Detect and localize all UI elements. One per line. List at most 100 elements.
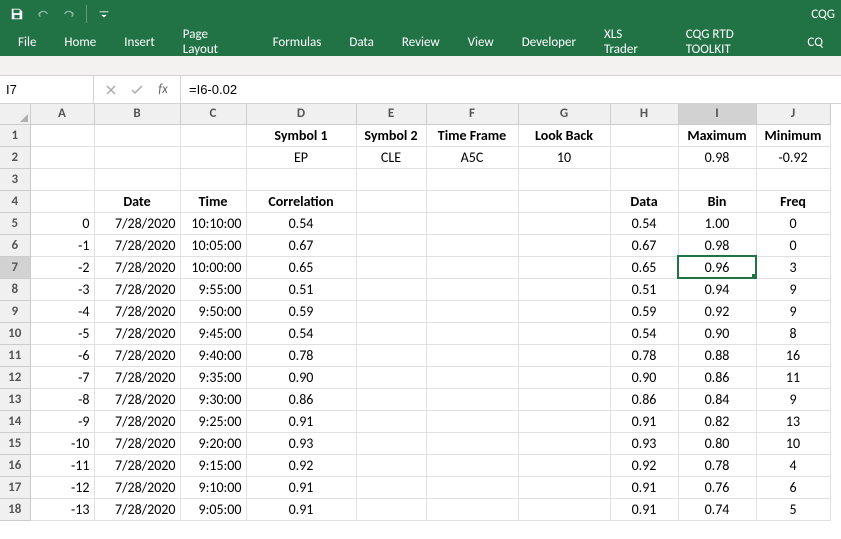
cell-H7[interactable]: 0.65 — [610, 256, 678, 278]
cell-I12[interactable]: 0.86 — [678, 366, 756, 388]
cell-F3[interactable] — [426, 168, 518, 190]
cell-I7[interactable]: 0.96 — [678, 256, 756, 278]
cell-I11[interactable]: 0.88 — [678, 344, 756, 366]
cell-B7[interactable]: 7/28/2020 — [94, 256, 180, 278]
row-header-1[interactable]: 1 — [0, 124, 30, 146]
tab-view[interactable]: View — [454, 29, 508, 56]
cell-I14[interactable]: 0.82 — [678, 410, 756, 432]
col-header-I[interactable]: I — [678, 104, 756, 124]
undo-button[interactable] — [32, 3, 54, 25]
cell-C14[interactable]: 9:25:00 — [180, 410, 246, 432]
cell-J8[interactable]: 9 — [756, 278, 830, 300]
cell-I10[interactable]: 0.90 — [678, 322, 756, 344]
cell-C13[interactable]: 9:30:00 — [180, 388, 246, 410]
cell-B2[interactable] — [94, 146, 180, 168]
cell-H15[interactable]: 0.93 — [610, 432, 678, 454]
cell-C7[interactable]: 10:00:00 — [180, 256, 246, 278]
cell-C10[interactable]: 9:45:00 — [180, 322, 246, 344]
cell-J13[interactable]: 9 — [756, 388, 830, 410]
cell-F16[interactable] — [426, 454, 518, 476]
cell-F14[interactable] — [426, 410, 518, 432]
cell-F8[interactable] — [426, 278, 518, 300]
enter-formula-button[interactable] — [128, 81, 146, 99]
cell-G14[interactable] — [518, 410, 610, 432]
row-header-2[interactable]: 2 — [0, 146, 30, 168]
cell-C5[interactable]: 10:10:00 — [180, 212, 246, 234]
cell-H10[interactable]: 0.54 — [610, 322, 678, 344]
cell-F9[interactable] — [426, 300, 518, 322]
cell-D13[interactable]: 0.86 — [246, 388, 356, 410]
cell-A7[interactable]: -2 — [30, 256, 94, 278]
tab-home[interactable]: Home — [50, 29, 110, 56]
cell-H17[interactable]: 0.91 — [610, 476, 678, 498]
cell-G17[interactable] — [518, 476, 610, 498]
tab-formulas[interactable]: Formulas — [259, 29, 336, 56]
row-header-15[interactable]: 15 — [0, 432, 30, 454]
cell-G3[interactable] — [518, 168, 610, 190]
cell-A11[interactable]: -6 — [30, 344, 94, 366]
cell-E3[interactable] — [356, 168, 426, 190]
row-header-6[interactable]: 6 — [0, 234, 30, 256]
tab-developer[interactable]: Developer — [508, 29, 590, 56]
cell-G5[interactable] — [518, 212, 610, 234]
cell-J5[interactable]: 0 — [756, 212, 830, 234]
cell-E4[interactable] — [356, 190, 426, 212]
cell-C2[interactable] — [180, 146, 246, 168]
cell-B12[interactable]: 7/28/2020 — [94, 366, 180, 388]
cell-B6[interactable]: 7/28/2020 — [94, 234, 180, 256]
cell-I9[interactable]: 0.92 — [678, 300, 756, 322]
cell-D18[interactable]: 0.91 — [246, 498, 356, 520]
cell-D10[interactable]: 0.54 — [246, 322, 356, 344]
cell-B4[interactable]: Date — [94, 190, 180, 212]
cell-F2[interactable]: A5C — [426, 146, 518, 168]
cell-F7[interactable] — [426, 256, 518, 278]
cell-J6[interactable]: 0 — [756, 234, 830, 256]
cell-B1[interactable] — [94, 124, 180, 146]
cell-G1[interactable]: Look Back — [518, 124, 610, 146]
cell-J7[interactable]: 3 — [756, 256, 830, 278]
cell-H18[interactable]: 0.91 — [610, 498, 678, 520]
cell-I3[interactable] — [678, 168, 756, 190]
cell-E1[interactable]: Symbol 2 — [356, 124, 426, 146]
insert-function-button[interactable]: fx — [154, 81, 172, 99]
cell-E7[interactable] — [356, 256, 426, 278]
cell-C15[interactable]: 9:20:00 — [180, 432, 246, 454]
cell-F12[interactable] — [426, 366, 518, 388]
cell-D15[interactable]: 0.93 — [246, 432, 356, 454]
cell-B3[interactable] — [94, 168, 180, 190]
cell-E10[interactable] — [356, 322, 426, 344]
cell-G7[interactable] — [518, 256, 610, 278]
row-header-12[interactable]: 12 — [0, 366, 30, 388]
cell-H11[interactable]: 0.78 — [610, 344, 678, 366]
cell-H14[interactable]: 0.91 — [610, 410, 678, 432]
row-header-3[interactable]: 3 — [0, 168, 30, 190]
cell-F18[interactable] — [426, 498, 518, 520]
cell-J14[interactable]: 13 — [756, 410, 830, 432]
cell-E13[interactable] — [356, 388, 426, 410]
cell-C4[interactable]: Time — [180, 190, 246, 212]
redo-button[interactable] — [58, 3, 80, 25]
tab-cq[interactable]: CQ — [793, 29, 837, 56]
cell-E15[interactable] — [356, 432, 426, 454]
cell-D2[interactable]: EP — [246, 146, 356, 168]
cell-J17[interactable]: 6 — [756, 476, 830, 498]
cell-I5[interactable]: 1.00 — [678, 212, 756, 234]
cell-A10[interactable]: -5 — [30, 322, 94, 344]
cell-B15[interactable]: 7/28/2020 — [94, 432, 180, 454]
cell-I8[interactable]: 0.94 — [678, 278, 756, 300]
cell-D1[interactable]: Symbol 1 — [246, 124, 356, 146]
cell-C8[interactable]: 9:55:00 — [180, 278, 246, 300]
cell-J15[interactable]: 10 — [756, 432, 830, 454]
cell-D6[interactable]: 0.67 — [246, 234, 356, 256]
cell-H1[interactable] — [610, 124, 678, 146]
cell-F17[interactable] — [426, 476, 518, 498]
cell-J16[interactable]: 4 — [756, 454, 830, 476]
cell-E9[interactable] — [356, 300, 426, 322]
cell-C16[interactable]: 9:15:00 — [180, 454, 246, 476]
cell-G11[interactable] — [518, 344, 610, 366]
cell-I2[interactable]: 0.98 — [678, 146, 756, 168]
cell-J2[interactable]: -0.92 — [756, 146, 830, 168]
cell-F4[interactable] — [426, 190, 518, 212]
row-header-9[interactable]: 9 — [0, 300, 30, 322]
cell-F13[interactable] — [426, 388, 518, 410]
